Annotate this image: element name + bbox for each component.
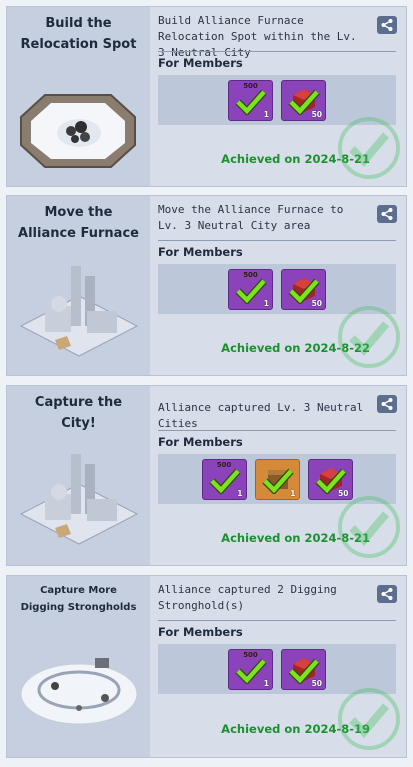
neutral-city-illustration xyxy=(19,454,139,545)
check-icon xyxy=(262,468,294,494)
check-icon xyxy=(235,658,267,684)
members-label: For Members xyxy=(158,435,243,449)
task-card-move-furnace: Move the Alliance Furnace Move the Allia… xyxy=(6,195,407,376)
task-card-digging-strongholds: Capture More Digging Strongholds Allianc… xyxy=(6,575,407,758)
task-detail-panel: Move the Alliance Furnace to Lv. 3 Neutr… xyxy=(150,196,406,375)
reward-item-purple-chest[interactable]: 500 1 xyxy=(201,459,247,500)
task-illustration-panel: Move the Alliance Furnace xyxy=(7,196,150,375)
divider xyxy=(158,51,396,52)
relocation-spot-illustration xyxy=(20,94,136,168)
task-description: Build Alliance Furnace Relocation Spot w… xyxy=(158,14,357,59)
completed-stamp-icon xyxy=(338,688,400,750)
reward-item-purple-chest[interactable]: 500 1 xyxy=(228,269,273,310)
share-button[interactable] xyxy=(377,585,397,603)
reward-item-red-crate[interactable]: 50 xyxy=(281,269,326,310)
alliance-furnace-illustration xyxy=(19,266,139,357)
reward-count: 1 xyxy=(290,489,296,498)
task-detail-panel: Alliance captured Lv. 3 Neutral Cities F… xyxy=(150,386,406,565)
members-label: For Members xyxy=(158,245,243,259)
check-icon xyxy=(235,89,267,115)
share-icon xyxy=(381,208,393,220)
task-illustration-panel: Capture the City! xyxy=(7,386,150,565)
task-card-capture-city: Capture the City! Alliance captured Lv. … xyxy=(6,385,407,566)
reward-count: 50 xyxy=(311,110,322,119)
reward-count: 50 xyxy=(311,299,322,308)
task-description: Move the Alliance Furnace to Lv. 3 Neutr… xyxy=(158,203,344,232)
members-label: For Members xyxy=(158,625,243,639)
check-icon xyxy=(209,468,241,494)
reward-item-purple-chest[interactable]: 500 1 xyxy=(228,80,273,121)
task-detail-panel: Alliance captured 2 Digging Stronghold(s… xyxy=(150,576,406,757)
reward-item-orange-box[interactable]: 1 xyxy=(254,459,300,500)
divider xyxy=(158,620,396,621)
divider xyxy=(158,430,396,431)
task-description: Alliance captured 2 Digging Stronghold(s… xyxy=(158,583,337,612)
share-icon xyxy=(381,19,393,31)
task-title: Capture the City! xyxy=(34,395,123,431)
task-illustration-panel: Capture More Digging Strongholds xyxy=(7,576,150,757)
check-icon xyxy=(235,278,267,304)
reward-count: 1 xyxy=(237,489,243,498)
share-button[interactable] xyxy=(377,16,397,34)
completed-stamp-icon xyxy=(338,306,400,368)
task-title: Move the Alliance Furnace xyxy=(18,205,139,241)
reward-count: 50 xyxy=(311,679,322,688)
members-label: For Members xyxy=(158,56,243,70)
reward-item-red-crate[interactable]: 50 xyxy=(281,80,326,121)
share-icon xyxy=(381,588,393,600)
task-title: Capture More Digging Strongholds xyxy=(20,585,137,613)
task-card-relocation-spot: Build the Relocation Spot Build Alliance… xyxy=(6,6,407,187)
reward-item-purple-chest[interactable]: 500 1 xyxy=(228,649,273,690)
divider xyxy=(158,240,396,241)
reward-count: 1 xyxy=(263,299,269,308)
reward-count: 1 xyxy=(263,679,269,688)
completed-stamp-icon xyxy=(338,117,400,179)
share-icon xyxy=(381,398,393,410)
reward-count: 1 xyxy=(263,110,269,119)
task-illustration-panel: Build the Relocation Spot xyxy=(7,7,150,186)
share-button[interactable] xyxy=(377,395,397,413)
reward-item-red-crate[interactable]: 50 xyxy=(281,649,326,690)
task-detail-panel: Build Alliance Furnace Relocation Spot w… xyxy=(150,7,406,186)
completed-stamp-icon xyxy=(338,496,400,558)
task-description: Alliance captured Lv. 3 Neutral Cities xyxy=(158,401,364,430)
digging-stronghold-illustration xyxy=(20,658,138,725)
task-title: Build the Relocation Spot xyxy=(20,16,137,52)
share-button[interactable] xyxy=(377,205,397,223)
